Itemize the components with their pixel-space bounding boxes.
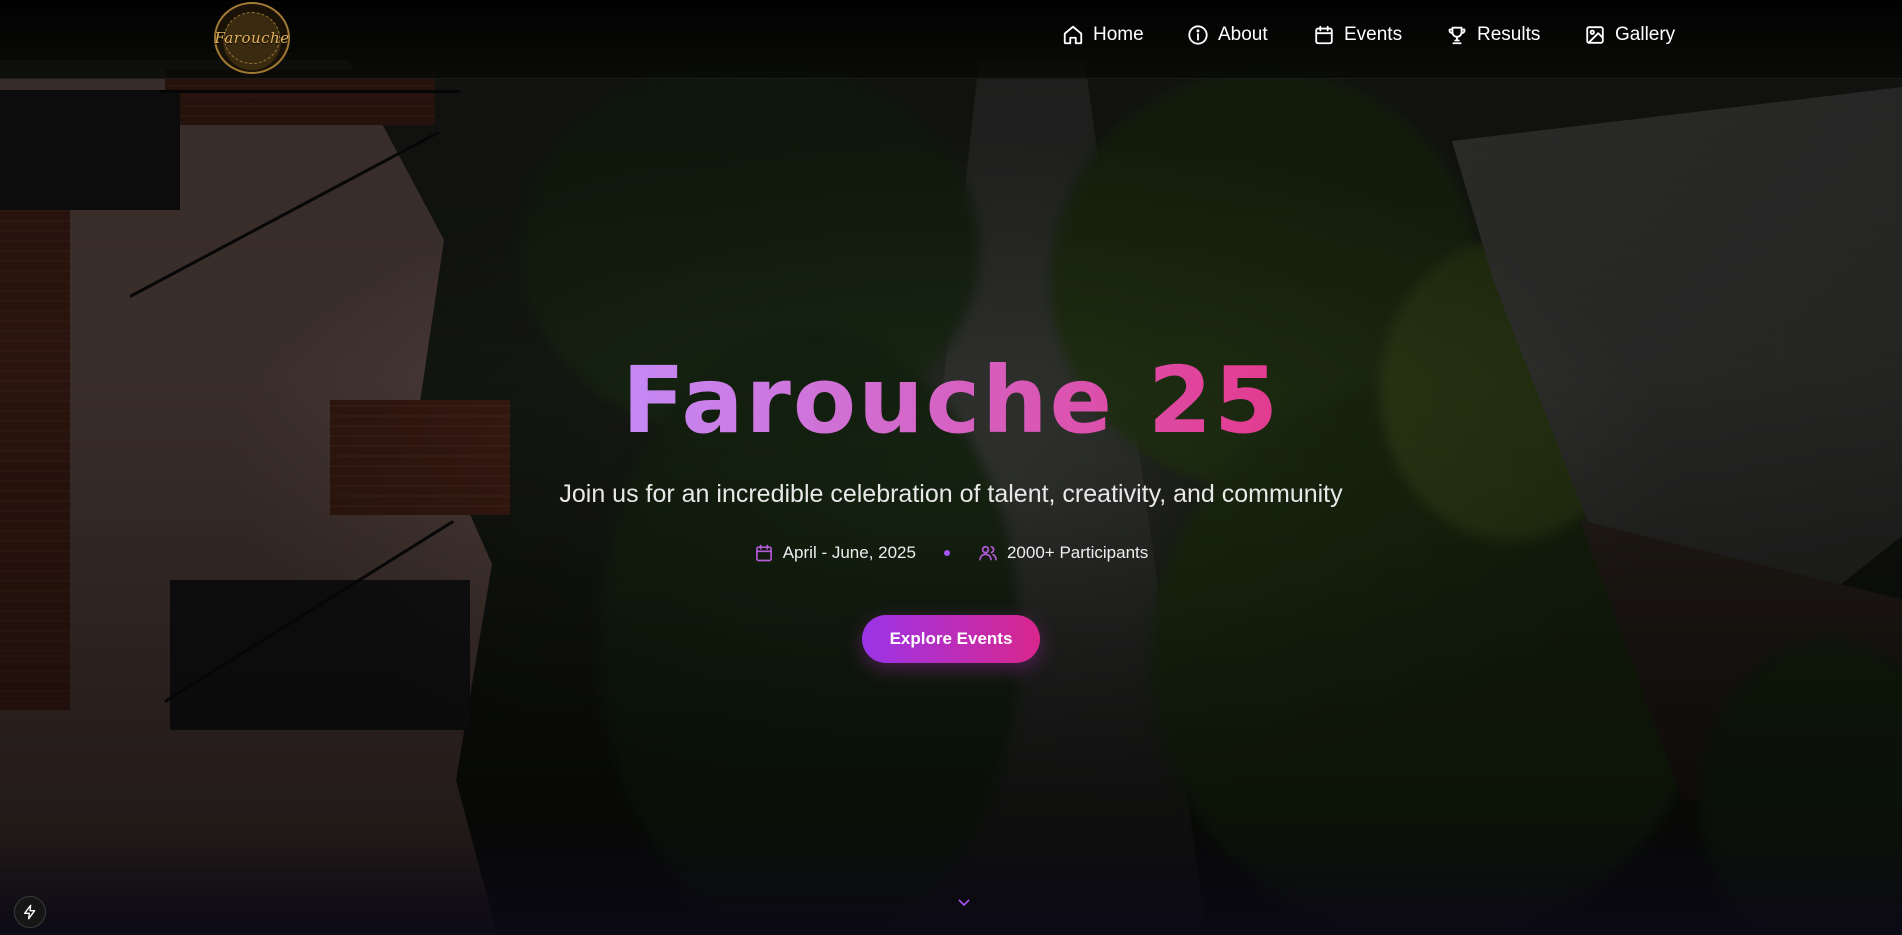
logo-text: Farouche (214, 29, 290, 47)
dark-overlay (0, 0, 1902, 935)
nav-gallery[interactable]: Gallery (1584, 24, 1675, 46)
event-meta: April - June, 2025 2000+ Participants (0, 543, 1902, 563)
event-date-text: April - June, 2025 (782, 543, 916, 562)
calendar-icon (1315, 25, 1333, 45)
lightning-bolt-icon (24, 904, 36, 920)
nav-home[interactable]: Home (1062, 24, 1144, 46)
separator-dot (943, 550, 950, 556)
hero-title-text: Farouche 25 (621, 347, 1281, 454)
nav-gallery-label: Gallery (1615, 24, 1676, 45)
lightning-badge[interactable] (14, 896, 46, 928)
event-date: April - June, 2025 (754, 543, 916, 563)
info-icon (1188, 25, 1208, 45)
users-icon (979, 545, 997, 561)
event-participants-text: 2000+ Participants (1006, 543, 1149, 562)
hero-title: Farouche 25 (0, 355, 1902, 447)
nav-about-label: About (1218, 24, 1268, 45)
nav-results-label: Results (1477, 24, 1541, 45)
nav-events-label: Events (1344, 24, 1403, 45)
explore-events-button[interactable]: Explore Events (862, 615, 1040, 663)
hero-background-image (0, 0, 1902, 935)
hero-subtitle: Join us for an incredible celebration of… (559, 480, 1343, 508)
top-navbar: Farouche Home About Events Results Galle… (0, 0, 1902, 79)
nav-events[interactable]: Events (1313, 24, 1402, 46)
trophy-icon (1448, 26, 1466, 45)
nav-about[interactable]: About (1187, 24, 1268, 46)
farouche-logo[interactable]: Farouche (214, 2, 290, 74)
image-icon (1586, 26, 1604, 44)
nav-home-label: Home (1093, 24, 1144, 45)
nav-results[interactable]: Results (1446, 24, 1540, 46)
calendar-icon (755, 544, 772, 562)
chevron-down-icon[interactable] (955, 895, 973, 911)
home-icon (1063, 25, 1083, 45)
event-participants: 2000+ Participants (978, 543, 1148, 563)
bottom-fade (0, 825, 1902, 935)
